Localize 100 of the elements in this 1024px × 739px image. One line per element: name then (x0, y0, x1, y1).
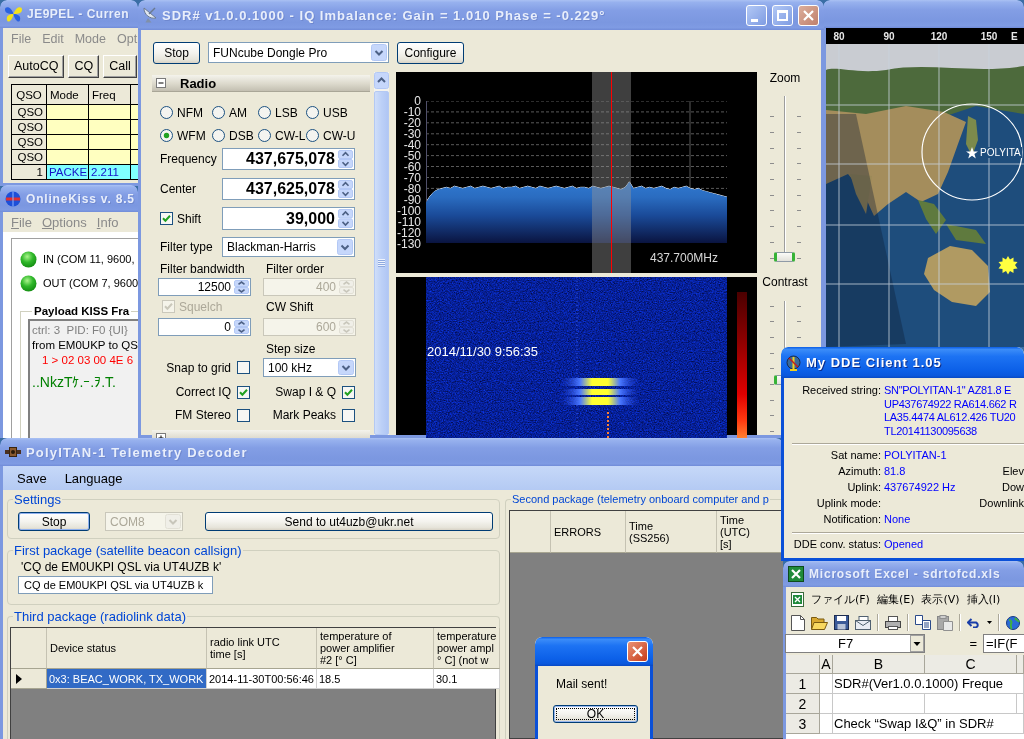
name-box[interactable]: F7 (785, 633, 925, 653)
menu-item[interactable]: ファイル(F) (811, 592, 870, 607)
axis-label: -50 (403, 150, 421, 162)
radio-button[interactable] (212, 106, 225, 119)
axis-label: -40 (403, 139, 421, 151)
star-icon (966, 147, 978, 159)
equals-label: = (968, 635, 978, 651)
configure-button[interactable]: Configure (397, 42, 464, 64)
toolbar-button[interactable]: Call (103, 54, 137, 78)
timestamp: 2014/11/30 9:56:35 (427, 344, 539, 359)
longitude-label: 150 (980, 30, 998, 42)
radio-button[interactable] (306, 106, 319, 119)
checkbox[interactable] (342, 385, 355, 399)
window-title: JE9PEL - Curren (27, 7, 129, 21)
menu-item[interactable]: 挿入(I) (966, 592, 1001, 607)
caret-icon[interactable] (910, 634, 924, 652)
spin-arrows-icon[interactable] (234, 320, 249, 334)
spreadsheet-icon[interactable] (788, 566, 804, 582)
number-field[interactable]: 12500 (158, 278, 251, 296)
scroll-up-icon[interactable] (374, 72, 389, 89)
field-label: Center (160, 182, 198, 196)
copy-icon[interactable] (915, 615, 931, 630)
checkbox-label: Correct IQ (175, 385, 231, 399)
globe-icon[interactable] (1006, 615, 1020, 630)
globe-icon[interactable] (5, 190, 21, 207)
row-header: QSO (12, 105, 46, 119)
dish-icon[interactable] (143, 7, 157, 23)
number-field[interactable]: 0 (158, 318, 251, 336)
checkbox[interactable] (237, 408, 250, 422)
axis-label: -80 (403, 183, 421, 195)
row-header: QSO (12, 120, 46, 134)
dropdown[interactable]: Blackman-Harris (222, 237, 355, 257)
checkbox[interactable] (237, 385, 250, 399)
window-title: Microsoft Excel - sdrtofcd.xls (809, 567, 1001, 581)
file-icon[interactable] (791, 614, 805, 631)
spreadsheet-icon[interactable] (791, 592, 804, 607)
table-cell[interactable]: 18.5 (317, 669, 434, 689)
satellite-icon[interactable] (5, 444, 21, 460)
panel-header[interactable]: Radio (152, 75, 370, 92)
table-cell (820, 714, 833, 734)
callsign-field[interactable]: CQ de EM0UKPI QSL via UT4UZB k (18, 576, 213, 594)
radio-button[interactable] (212, 129, 225, 142)
checkbox[interactable] (342, 408, 355, 422)
message-text: Mail sent! (556, 677, 609, 691)
caret-icon[interactable] (987, 621, 992, 624)
send-button[interactable]: Send to ut4uzb@ukr.net (205, 512, 493, 531)
radio-button[interactable] (306, 129, 319, 142)
close-button[interactable] (627, 641, 648, 662)
payload-line: from EM0UKP to QS (32, 338, 138, 353)
radio-button[interactable] (160, 129, 173, 142)
slider-thumb[interactable] (774, 252, 795, 262)
antenna-icon[interactable] (786, 354, 801, 371)
toolbar-button[interactable]: CQ (68, 54, 100, 78)
axis-label: -20 (403, 117, 421, 129)
field-label: Uplink mode: (815, 497, 882, 509)
axis-label: -100 (396, 205, 421, 217)
checkbox[interactable] (237, 361, 250, 374)
field-label: Filter type (160, 240, 214, 254)
folder-icon[interactable] (811, 615, 828, 630)
stop-button[interactable]: Stop (18, 512, 90, 531)
envelope-icon[interactable] (855, 615, 871, 630)
spin-arrows-icon[interactable] (234, 280, 249, 294)
spin-arrows-icon[interactable] (338, 150, 353, 168)
toolbar-button[interactable]: AutoCQ (8, 54, 65, 78)
port-status: IN (COM 11, 9600, (43, 253, 135, 265)
column-header: B (833, 655, 925, 674)
spin-arrows-icon[interactable] (338, 180, 353, 198)
formula-field[interactable]: =IF(F (983, 633, 1024, 653)
dropdown[interactable]: 100 kHz (263, 358, 356, 377)
table-cell[interactable]: 30.1 (434, 669, 501, 689)
undo-icon[interactable] (967, 617, 981, 628)
field-label: Dow (1002, 481, 1024, 493)
collapse-icon[interactable] (156, 78, 166, 88)
dropdown[interactable]: FUNcube Dongle Pro (208, 42, 389, 63)
longitude-label: 90 (883, 30, 895, 42)
table-cell[interactable]: 2014-11-30T00:56:46 (207, 669, 317, 689)
menu-item[interactable]: Save (17, 470, 47, 486)
number-field[interactable]: 437,625,078 (222, 178, 355, 200)
payload-line: ctrl: 3 PID: F0 {UI} (32, 323, 129, 338)
spin-arrows-icon[interactable] (338, 209, 353, 228)
close-button[interactable] (798, 4, 819, 26)
stop-button[interactable]: Stop (153, 42, 200, 64)
butterfly-icon[interactable] (5, 6, 22, 22)
axis-label: 0 (414, 95, 421, 107)
ok-button[interactable]: OK (553, 705, 638, 723)
radio-button[interactable] (258, 106, 271, 119)
radio-button[interactable] (258, 129, 271, 142)
window-title: SDR# v1.0.0.1000 - IQ Imbalance: Gain = 1.010 Phase = -0.229° (162, 7, 606, 23)
printer-icon[interactable] (885, 615, 901, 630)
menu-item[interactable]: Language (64, 470, 123, 486)
field-label: Downlink (979, 497, 1024, 509)
number-field[interactable]: 437,675,078 (222, 148, 355, 170)
longitude-label: E (1011, 30, 1018, 42)
number-field[interactable]: 39,000 (222, 207, 355, 230)
field-label: Filter bandwidth (159, 262, 246, 276)
radio-button[interactable] (160, 106, 173, 119)
checkbox[interactable] (160, 212, 173, 225)
table-cell[interactable]: 0x3: BEAC_WORK, TX_WORK (47, 669, 207, 689)
menu-item[interactable]: 表示(V) (921, 592, 960, 607)
menu-item[interactable]: 編集(E) (876, 592, 915, 607)
